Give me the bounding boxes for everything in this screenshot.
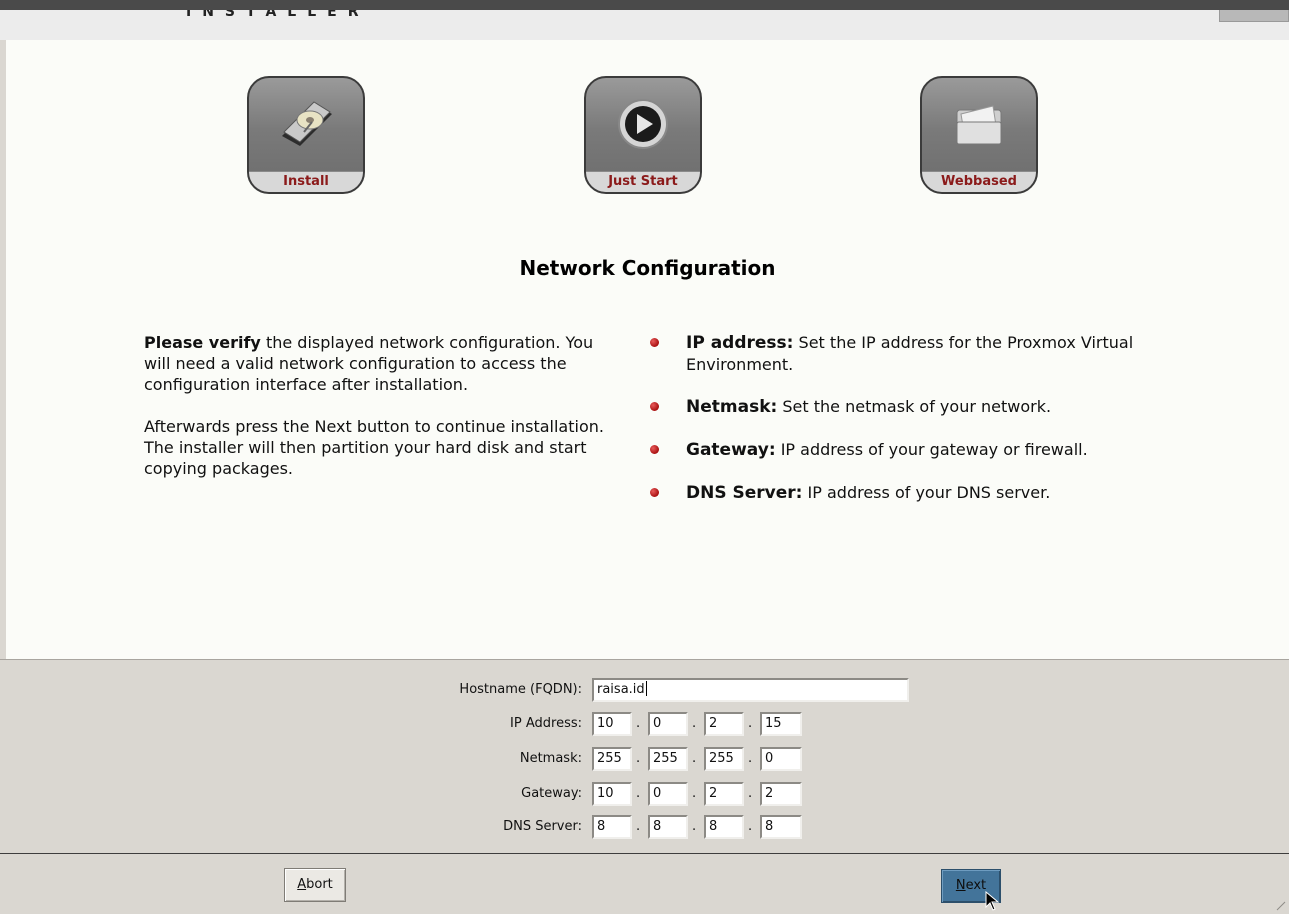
next-mnemonic: N xyxy=(955,878,966,893)
install-label: Install xyxy=(249,171,363,192)
octet-separator: . xyxy=(636,716,641,731)
gateway-octet-2[interactable]: 0 xyxy=(648,782,688,806)
netmask-octet-2[interactable]: 255 xyxy=(648,747,688,771)
dns-octet-1[interactable]: 8 xyxy=(592,815,632,839)
hostname-label: Hostname (FQDN): xyxy=(459,682,582,697)
dns-octet-4[interactable]: 8 xyxy=(760,815,802,839)
help-text: IP address of your gateway or firewall. xyxy=(775,440,1088,459)
gateway-octet-4[interactable]: 2 xyxy=(760,782,802,806)
help-term: Gateway: xyxy=(686,440,776,460)
help-item-gateway: Gateway: IP address of your gateway or f… xyxy=(646,439,1166,461)
octet-separator: . xyxy=(748,819,753,834)
help-term: Netmask: xyxy=(686,397,778,417)
ip-octet-2[interactable]: 0 xyxy=(648,712,688,736)
ip-row: IP Address: 10 . 0 . 2 . 15 xyxy=(0,712,1289,736)
abort-button[interactable]: Abort xyxy=(284,868,346,902)
just-start-label: Just Start xyxy=(586,171,700,192)
help-item-netmask: Netmask: Set the netmask of your network… xyxy=(646,396,1166,418)
octet-separator: . xyxy=(636,751,641,766)
help-term: DNS Server: xyxy=(686,483,803,503)
intro-bold: Please verify xyxy=(144,333,261,352)
abort-mnemonic: A xyxy=(297,877,307,892)
bullet-icon xyxy=(650,338,659,347)
intro-paragraph: Please verify the displayed network conf… xyxy=(144,332,614,395)
ip-octet-4[interactable]: 15 xyxy=(760,712,802,736)
afterwards-paragraph: Afterwards press the Next button to cont… xyxy=(144,417,604,478)
netmask-octet-3[interactable]: 255 xyxy=(704,747,744,771)
netmask-octet-4[interactable]: 0 xyxy=(760,747,802,771)
octet-separator: . xyxy=(692,819,697,834)
ip-octet-1[interactable]: 10 xyxy=(592,712,632,736)
octet-separator: . xyxy=(748,786,753,801)
bullet-icon xyxy=(650,488,659,497)
install-mode-button[interactable]: Install xyxy=(247,76,365,194)
page-title: Network Configuration xyxy=(519,256,776,280)
hostname-input[interactable]: raisa.id xyxy=(592,678,909,702)
webbased-mode-button[interactable]: Webbased xyxy=(920,76,1038,194)
dns-octet-2[interactable]: 8 xyxy=(648,815,688,839)
netmask-octet-1[interactable]: 255 xyxy=(592,747,632,771)
webbased-label: Webbased xyxy=(922,171,1036,192)
ip-label: IP Address: xyxy=(510,716,582,731)
gateway-octet-3[interactable]: 2 xyxy=(704,782,744,806)
dns-octet-3[interactable]: 8 xyxy=(704,815,744,839)
octet-separator: . xyxy=(748,751,753,766)
octet-separator: . xyxy=(636,819,641,834)
abort-label: bort xyxy=(306,877,333,892)
field-help-list: IP address: Set the IP address for the P… xyxy=(646,332,1166,504)
ip-octet-3[interactable]: 2 xyxy=(704,712,744,736)
next-label: ext xyxy=(965,878,987,893)
help-term: IP address: xyxy=(686,333,794,353)
help-item-ip: IP address: Set the IP address for the P… xyxy=(646,332,1166,375)
octet-separator: . xyxy=(748,716,753,731)
octet-separator: . xyxy=(692,786,697,801)
folder-icon xyxy=(922,86,1036,162)
resize-grip-icon[interactable] xyxy=(1276,901,1286,911)
network-form: Hostname (FQDN): raisa.id IP Address: 10… xyxy=(0,659,1289,854)
dns-label: DNS Server: xyxy=(503,819,582,834)
instructions: Please verify the displayed network conf… xyxy=(144,332,614,500)
netmask-row: Netmask: 255 . 255 . 255 . 0 xyxy=(0,747,1289,771)
window-corner xyxy=(1219,10,1289,22)
installer-brand: INSTALLER xyxy=(186,4,370,20)
netmask-label: Netmask: xyxy=(519,751,582,766)
help-text: Set the netmask of your network. xyxy=(777,397,1052,416)
bullet-icon xyxy=(650,445,659,454)
octet-separator: . xyxy=(692,716,697,731)
octet-separator: . xyxy=(692,751,697,766)
help-text: IP address of your DNS server. xyxy=(802,483,1051,502)
mouse-pointer-icon xyxy=(985,891,999,911)
main-content: Install Just Start Webbased Network Conf… xyxy=(6,40,1289,659)
installer-header: INSTALLER xyxy=(0,0,1289,40)
bullet-icon xyxy=(650,402,659,411)
octet-separator: . xyxy=(636,786,641,801)
gateway-octet-1[interactable]: 10 xyxy=(592,782,632,806)
help-item-dns: DNS Server: IP address of your DNS serve… xyxy=(646,482,1166,504)
just-start-mode-button[interactable]: Just Start xyxy=(584,76,702,194)
button-bar: Abort Next xyxy=(0,854,1289,914)
dns-row: DNS Server: 8 . 8 . 8 . 8 xyxy=(0,815,1289,839)
play-icon xyxy=(586,86,700,162)
gateway-label: Gateway: xyxy=(521,786,582,801)
hostname-row: Hostname (FQDN): raisa.id xyxy=(0,678,1289,702)
gateway-row: Gateway: 10 . 0 . 2 . 2 xyxy=(0,782,1289,806)
hard-disk-icon xyxy=(249,86,363,162)
